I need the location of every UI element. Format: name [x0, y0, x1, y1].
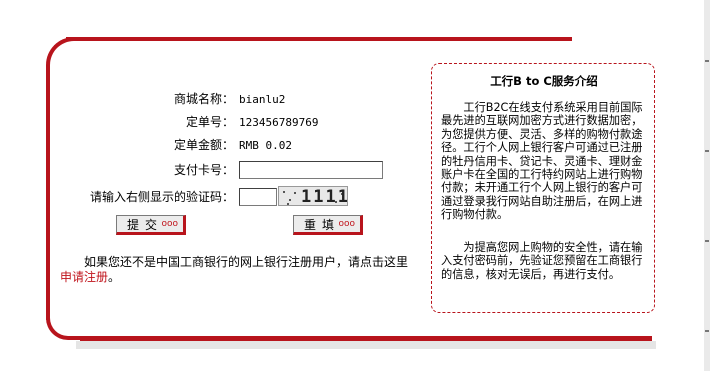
register-note-text: 如果您还不是中国工商银行的网上银行注册用户，请点击这里 — [84, 255, 409, 269]
frame-top-left-corner — [46, 37, 86, 77]
card-number-label: 支付卡号： — [173, 163, 234, 177]
reset-button[interactable]: 重填 ooo — [293, 215, 363, 235]
window-edge-scrollbar[interactable] — [704, 0, 710, 371]
info-panel: 工行B to C服务介绍 工行B2C在线支付系统采用目前国际最先进的互联网加密方… — [431, 63, 655, 313]
reset-button-label: 重填 — [304, 218, 341, 232]
order-amount-value: RMB 0.02 — [239, 139, 292, 152]
captcha-text: 1111 — [301, 187, 348, 206]
register-note-tail: 。 — [108, 270, 121, 284]
order-number-value: 123456789769 — [239, 116, 319, 129]
frame-bottom-shadow — [76, 341, 656, 349]
submit-button[interactable]: 提交 ooo — [116, 215, 186, 235]
captcha-label: 请输入右侧显示的验证码： — [89, 190, 234, 204]
captcha-image: 1111 — [278, 186, 348, 206]
merchant-value: bianlu2 — [239, 93, 286, 106]
submit-button-label: 提交 — [127, 218, 164, 232]
info-paragraph-security: 为提高您网上购物的安全性，请在输入支付密码前，先验证您预留在工商银行的信息，核对… — [441, 241, 643, 281]
order-number-label: 定单号： — [185, 115, 234, 129]
register-link[interactable]: 申请注册 — [60, 270, 108, 284]
frame-top-border — [66, 37, 572, 41]
card-number-input[interactable] — [239, 161, 383, 179]
submit-button-dots: ooo — [161, 219, 178, 229]
order-amount-label: 定单金额： — [173, 138, 234, 152]
captcha-input[interactable] — [239, 188, 277, 206]
reset-button-dots: ooo — [338, 219, 355, 229]
frame-bottom-left-corner — [46, 300, 86, 340]
frame-bottom-border — [80, 336, 652, 341]
info-panel-title: 工行B to C服务介绍 — [490, 74, 598, 88]
info-paragraph-intro: 工行B2C在线支付系统采用目前国际最先进的互联网加密方式进行数据加密，为您提供方… — [441, 101, 643, 222]
merchant-label: 商城名称： — [173, 92, 234, 106]
register-note: 如果您还不是中国工商银行的网上银行注册用户，请点击这里申请注册。 — [60, 255, 420, 285]
